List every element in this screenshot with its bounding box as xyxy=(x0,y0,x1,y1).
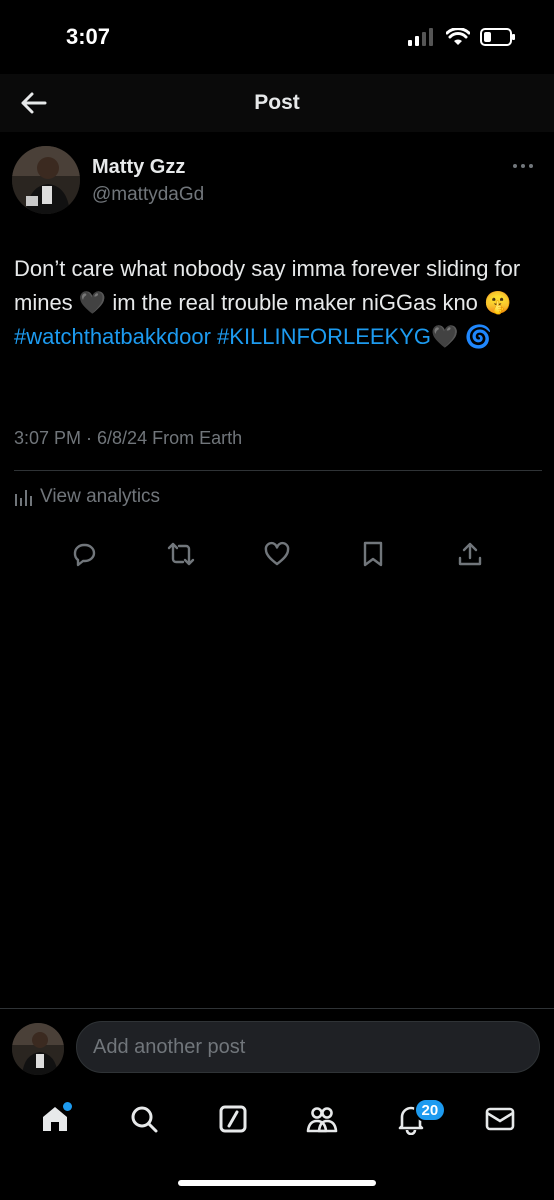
back-button[interactable] xyxy=(12,82,54,124)
user-avatar[interactable] xyxy=(12,1023,64,1075)
more-options-button[interactable] xyxy=(508,156,538,176)
home-unread-dot xyxy=(62,1102,72,1111)
bookmark-button[interactable] xyxy=(353,534,393,574)
divider xyxy=(14,470,542,471)
shushing-emoji: 🤫 xyxy=(484,290,512,315)
tab-notifications[interactable]: 20 xyxy=(386,1094,447,1144)
like-button[interactable] xyxy=(257,534,297,574)
status-time: 3:07 xyxy=(66,24,111,49)
share-button[interactable] xyxy=(450,534,490,574)
black-heart-emoji: 🖤 xyxy=(78,290,107,315)
mail-icon xyxy=(485,1107,514,1131)
author-row: Matty Gzz @mattydaGd xyxy=(12,146,542,216)
back-arrow-icon xyxy=(21,92,47,114)
hashtag-link[interactable]: #KILLINFORLEEKYG xyxy=(217,324,431,349)
post-text-part: im the real trouble maker niGGas kno xyxy=(106,290,485,315)
more-dot-icon xyxy=(513,164,517,168)
search-icon xyxy=(131,1106,157,1133)
share-icon xyxy=(458,542,481,566)
avatar-image xyxy=(12,146,80,214)
post-actions xyxy=(0,534,554,574)
notifications-badge: 20 xyxy=(413,1098,447,1122)
more-dot-icon xyxy=(529,164,533,168)
reply-button[interactable] xyxy=(64,534,104,574)
battery-icon xyxy=(480,28,515,46)
author-handle[interactable]: @mattydaGd xyxy=(92,184,204,206)
more-dot-icon xyxy=(521,164,525,168)
reply-icon xyxy=(73,543,96,567)
author-name[interactable]: Matty Gzz xyxy=(92,156,185,179)
analytics-icon xyxy=(15,490,32,506)
avatar-image xyxy=(12,1023,64,1075)
wifi-icon xyxy=(446,28,470,45)
reply-placeholder: Add another post xyxy=(93,1035,246,1058)
post-meta: 3:07 PM · 6/8/24 From Earth xyxy=(14,428,243,448)
cellular-signal-icon xyxy=(408,28,433,46)
tab-messages[interactable] xyxy=(475,1094,525,1144)
hashtag-link[interactable]: #watchthatbakkdoor xyxy=(14,324,211,349)
author-avatar[interactable] xyxy=(12,146,80,214)
black-heart-emoji: 🖤 xyxy=(431,324,459,349)
tab-search[interactable] xyxy=(119,1094,169,1144)
tab-communities[interactable] xyxy=(297,1094,347,1144)
tab-grok[interactable] xyxy=(208,1094,258,1144)
bookmark-icon xyxy=(364,541,383,567)
home-indicator xyxy=(178,1180,376,1186)
page-title: Post xyxy=(254,91,300,114)
reply-bar: Add another post xyxy=(0,1008,554,1086)
reply-input[interactable]: Add another post xyxy=(76,1021,540,1073)
heart-icon xyxy=(264,541,290,566)
repost-icon xyxy=(167,542,194,566)
view-analytics-link[interactable]: View analytics xyxy=(14,486,160,508)
status-icons xyxy=(408,28,516,46)
tab-home[interactable] xyxy=(30,1094,80,1144)
communities-icon xyxy=(306,1107,337,1133)
analytics-label: View analytics xyxy=(40,486,161,507)
status-bar: 3:07 xyxy=(0,0,554,74)
grok-icon xyxy=(219,1105,246,1133)
header: Post xyxy=(0,74,554,132)
cyclone-emoji: 🌀 xyxy=(464,324,492,349)
repost-button[interactable] xyxy=(161,534,201,574)
post-text: Don’t care what nobody say imma forever … xyxy=(14,252,540,354)
bottom-tab-bar: 20 xyxy=(0,1086,554,1152)
